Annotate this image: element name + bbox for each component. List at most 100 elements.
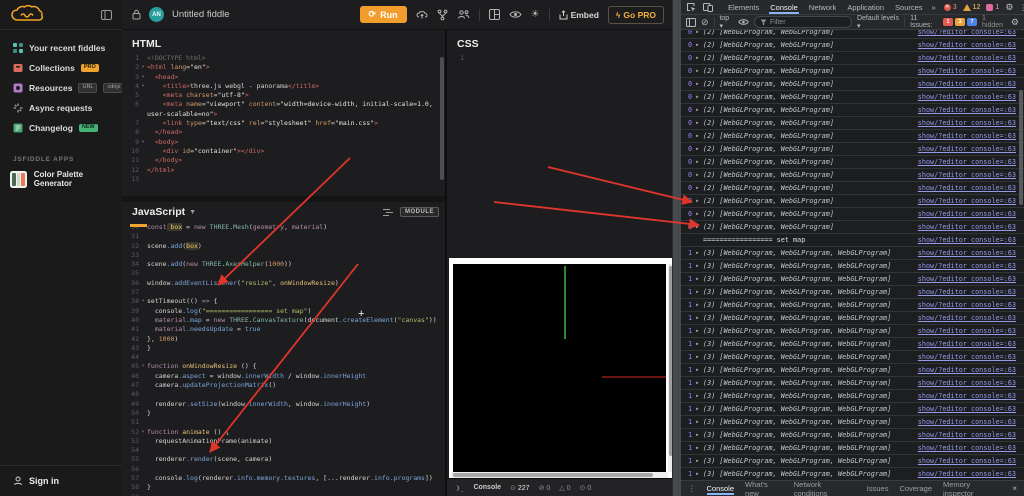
sidebar-item-your-recent-fiddles[interactable]: Your recent fiddles <box>0 38 122 58</box>
code-line[interactable]: 43} <box>122 344 445 353</box>
console-source-link[interactable]: show/?editor_console=:63 <box>912 184 1016 192</box>
console-source-link[interactable]: show/?editor_console=:63 <box>912 262 1016 270</box>
drawer-tab-network-conditions[interactable]: Network conditions <box>794 480 856 496</box>
devtools-tab-console[interactable]: Console <box>769 1 799 14</box>
code-line[interactable]: 40 material.map = new THREE.CanvasTextur… <box>122 316 445 325</box>
expand-arrow-icon[interactable]: ▶ <box>696 225 703 230</box>
code-line[interactable]: 8 </head> <box>122 128 445 137</box>
code-line[interactable]: 41 material.needsUpdate = true <box>122 325 445 334</box>
code-line[interactable]: 36 window.addEventListener("resize", onWi… <box>122 279 445 288</box>
expand-arrow-icon[interactable]: ▶ <box>696 420 703 425</box>
console-log-row[interactable]: 0 ▶ (2) [WebGLProgram, WebGLProgram] show/?… <box>681 39 1024 52</box>
console-log-row[interactable]: 0 ▶ (2) [WebGLProgram, WebGLProgram] show/?… <box>681 52 1024 65</box>
fold-toggle-icon[interactable]: ▾ <box>139 138 147 147</box>
code-line[interactable]: 48 <box>122 390 445 399</box>
module-badge[interactable]: MODULE <box>400 207 439 217</box>
expand-arrow-icon[interactable]: ▶ <box>696 459 703 464</box>
expand-arrow-icon[interactable]: ▶ <box>696 381 703 386</box>
code-line[interactable]: 3 ▾ <head> <box>122 73 445 82</box>
console-log-row[interactable]: 0 ▶ (2) [WebGLProgram, WebGLProgram] show/?… <box>681 117 1024 130</box>
console-log-row[interactable]: 1 ▶ (3) [WebGLProgram, WebGLProgram, WebGL… <box>681 377 1024 390</box>
console-log-row[interactable]: 0 ▶ (2) [WebGLProgram, WebGLProgram] show/?… <box>681 182 1024 195</box>
console-sidebar-icon[interactable] <box>686 17 696 27</box>
console-log-row[interactable]: 0 ▶ (2) [WebGLProgram, WebGLProgram] show/?… <box>681 208 1024 221</box>
expand-arrow-icon[interactable]: ▶ <box>696 316 703 321</box>
console-source-link[interactable]: show/?editor_console=:63 <box>912 288 1016 296</box>
console-source-link[interactable]: show/?editor_console=:63 <box>912 119 1016 127</box>
collapse-sidebar-icon[interactable] <box>101 9 112 20</box>
console-log-row[interactable]: 0 ▶ (2) [WebGLProgram, WebGLProgram] show/?… <box>681 104 1024 117</box>
fold-toggle-icon[interactable]: ▾ <box>139 63 147 72</box>
console-log-row[interactable]: 0 ▶ (2) [WebGLProgram, WebGLProgram] show/?… <box>681 169 1024 182</box>
console-source-link[interactable]: show/?editor_console=:63 <box>912 236 1016 244</box>
code-line[interactable]: 12 </html> <box>122 166 445 175</box>
console-log-row[interactable]: 1 ▶ (3) [WebGLProgram, WebGLProgram, WebGL… <box>681 403 1024 416</box>
expand-arrow-icon[interactable]: ▶ <box>696 433 703 438</box>
expand-arrow-icon[interactable]: ▶ <box>696 329 703 334</box>
console-log-row[interactable]: 0 ▶ (2) [WebGLProgram, WebGLProgram] show/?… <box>681 78 1024 91</box>
code-line[interactable]: 34 scene.add(new THREE.AxesHelper(1000)) <box>122 260 445 269</box>
code-line[interactable]: 7 <link type="text/css" rel="stylesheet"… <box>122 119 445 128</box>
code-line[interactable]: 46 camera.aspect = window.innerWidth / w… <box>122 372 445 381</box>
preview-eye-icon[interactable] <box>509 10 522 19</box>
console-log-row[interactable]: 1 ▶ (3) [WebGLProgram, WebGLProgram, WebGL… <box>681 442 1024 455</box>
console-log-row[interactable]: 0 ▶ (2) [WebGLProgram, WebGLProgram] show/?… <box>681 30 1024 39</box>
devtools-tab-elements[interactable]: Elements <box>727 1 760 14</box>
fork-icon[interactable] <box>437 9 448 21</box>
html-editor[interactable]: 1 <!DOCTYPE html> 2 ▾ <html lang="en"> 3 ▾ <he… <box>122 54 445 184</box>
sidebar-item-resources[interactable]: Resources URL cdnjs <box>0 78 125 98</box>
fold-toggle-icon[interactable]: ▾ <box>139 428 147 437</box>
expand-arrow-icon[interactable]: ▶ <box>696 290 703 295</box>
console-log-row[interactable]: 0 ▶ (2) [WebGLProgram, WebGLProgram] show/?… <box>681 91 1024 104</box>
sidebar-item-async-requests[interactable]: Async requests <box>0 98 122 118</box>
console-settings-icon[interactable]: ⚙ <box>1011 17 1019 28</box>
expand-arrow-icon[interactable]: ▶ <box>696 69 703 74</box>
console-source-link[interactable]: show/?editor_console=:63 <box>912 418 1016 426</box>
console-log-row[interactable]: 1 ▶ (3) [WebGLProgram, WebGLProgram, WebGL… <box>681 455 1024 468</box>
console-source-link[interactable]: show/?editor_console=:63 <box>912 327 1016 335</box>
fold-toggle-icon[interactable]: ▾ <box>139 362 147 371</box>
console-log-row[interactable]: 1 ▶ (3) [WebGLProgram, WebGLProgram, WebGL… <box>681 273 1024 286</box>
context-selector[interactable]: top ▾ <box>719 15 733 30</box>
code-line[interactable]: 53 requestAnimationFrame(animate) <box>122 437 445 446</box>
console-source-link[interactable]: show/?editor_console=:63 <box>912 171 1016 179</box>
console-source-link[interactable]: show/?editor_console=:63 <box>912 457 1016 465</box>
console-log-row[interactable]: 1 ▶ (3) [WebGLProgram, WebGLProgram, WebGL… <box>681 416 1024 429</box>
code-line[interactable]: 55 renderer.render(scene, camera) <box>122 455 445 464</box>
console-source-link[interactable]: show/?editor_console=:63 <box>912 379 1016 387</box>
css-editor[interactable]: 1 <box>447 54 674 63</box>
code-line[interactable]: 32 scene.add(box) <box>122 241 445 251</box>
drawer-close-icon[interactable]: × <box>1012 484 1017 493</box>
fold-toggle-icon[interactable]: ▾ <box>139 82 147 91</box>
fold-toggle-icon[interactable]: ▾ <box>139 297 147 306</box>
go-pro-button[interactable]: ϟ Go PRO <box>607 5 664 24</box>
code-line[interactable]: 11 </body> <box>122 156 445 165</box>
console-source-link[interactable]: show/?editor_console=:63 <box>912 405 1016 413</box>
expand-arrow-icon[interactable]: ▶ <box>696 368 703 373</box>
console-source-link[interactable]: show/?editor_console=:63 <box>912 158 1016 166</box>
console-scrollbar[interactable] <box>1019 90 1023 205</box>
console-source-link[interactable]: show/?editor_console=:63 <box>912 340 1016 348</box>
drawer-tab-console[interactable]: Console <box>707 482 735 495</box>
embed-button[interactable]: Embed <box>559 10 599 20</box>
console-source-link[interactable]: show/?editor_console=:63 <box>912 470 1016 478</box>
expand-arrow-icon[interactable]: ▶ <box>696 472 703 477</box>
console-source-link[interactable]: show/?editor_console=:63 <box>912 314 1016 322</box>
expand-arrow-icon[interactable]: ▶ <box>696 30 703 35</box>
expand-arrow-icon[interactable]: ▶ <box>696 186 703 191</box>
console-source-link[interactable]: show/?editor_console=:63 <box>912 41 1016 49</box>
console-source-link[interactable]: show/?editor_console=:63 <box>912 67 1016 75</box>
sidebar-item-color-palette-generator[interactable]: Color Palette Generator <box>10 170 122 188</box>
expand-arrow-icon[interactable]: ▶ <box>696 43 703 48</box>
console-log-row[interactable]: 1 ▶ (3) [WebGLProgram, WebGLProgram, WebGL… <box>681 351 1024 364</box>
clear-console-icon[interactable]: ⊘ <box>701 17 709 28</box>
console-log-row[interactable]: 1 ▶ (3) [WebGLProgram, WebGLProgram, WebGL… <box>681 338 1024 351</box>
expand-arrow-icon[interactable]: ▶ <box>696 355 703 360</box>
code-line[interactable]: 47 camera.updateProjectionMatrix() <box>122 381 445 390</box>
tidy-code-icon[interactable] <box>383 208 393 217</box>
console-source-link[interactable]: show/?editor_console=:63 <box>912 80 1016 88</box>
code-line[interactable]: 6 <meta name="viewport" content="width=d… <box>122 100 445 119</box>
code-line[interactable]: 52 ▾ function animate () { <box>122 428 445 437</box>
console-log-row-set-map[interactable]: ================= set map show/?editor_co… <box>681 234 1024 247</box>
code-line[interactable]: 39 console.log("================= set ma… <box>122 307 445 316</box>
